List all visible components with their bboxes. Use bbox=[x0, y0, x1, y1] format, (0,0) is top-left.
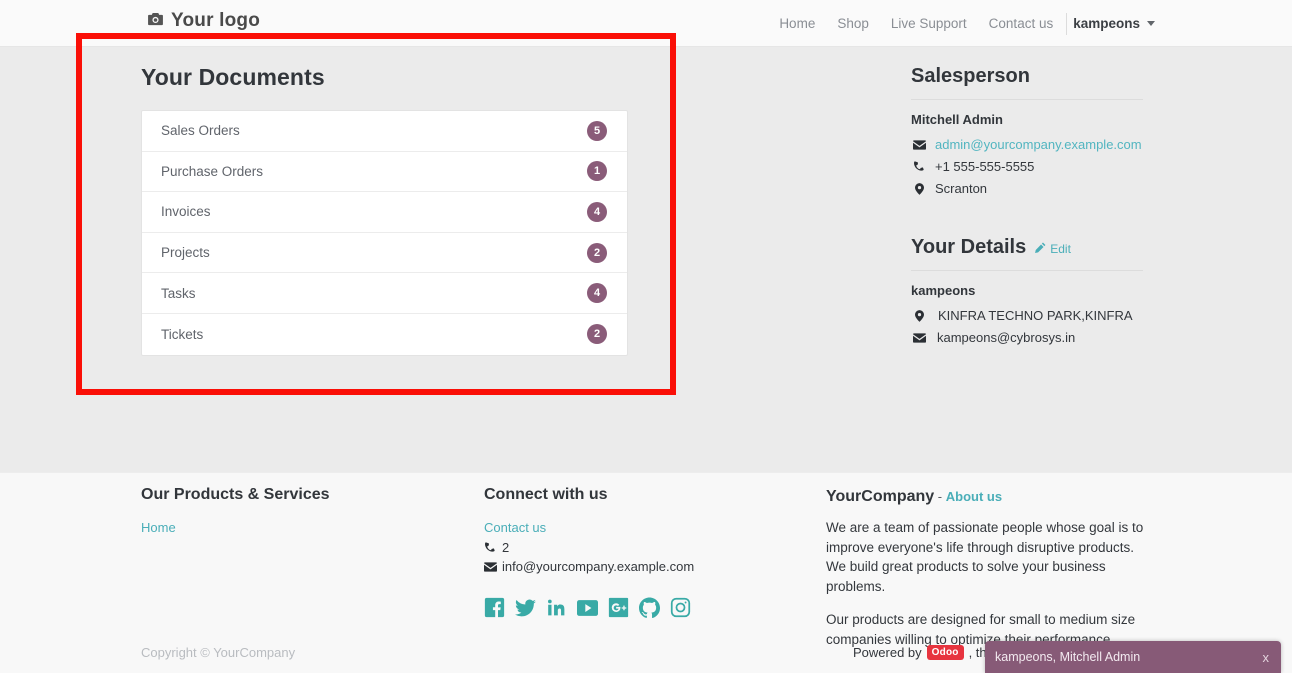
footer-link-home[interactable]: Home bbox=[141, 517, 441, 538]
status-badge: 5 bbox=[587, 120, 607, 141]
social-links bbox=[484, 597, 814, 618]
footer-company-name: YourCompany bbox=[826, 488, 935, 505]
main-content: Your Documents Sales Orders 5 Purchase O… bbox=[0, 47, 1292, 472]
edit-details-button[interactable]: Edit bbox=[1035, 242, 1071, 256]
status-badge: 4 bbox=[587, 283, 607, 304]
salesperson-phone: +1 555-555-5555 bbox=[935, 159, 1035, 174]
footer-phone: 2 bbox=[502, 540, 510, 555]
chat-window-header[interactable]: kampeons, Mitchell Admin x bbox=[985, 641, 1281, 673]
page-title: Your Documents bbox=[141, 64, 325, 90]
details-name: kampeons bbox=[911, 283, 976, 298]
nav-links: Home Shop Live Support Contact us kampeo… bbox=[768, 0, 1157, 47]
footer-company-paragraph-1: We are a team of passionate people whose… bbox=[826, 520, 1144, 594]
list-item-invoices[interactable]: Invoices 4 bbox=[142, 192, 627, 233]
your-details-heading: Your Details Edit bbox=[911, 236, 1143, 259]
your-documents-panel: Your Documents Sales Orders 5 Purchase O… bbox=[141, 64, 628, 356]
user-menu-label: kampeons bbox=[1073, 16, 1140, 31]
nav-item-live-support[interactable]: Live Support bbox=[880, 16, 978, 31]
odoo-logo[interactable]: Odoo bbox=[926, 645, 964, 660]
right-sidebar: Salesperson Mitchell Admin admin@yourcom… bbox=[911, 65, 1143, 349]
list-item-tickets[interactable]: Tickets 2 bbox=[142, 314, 627, 355]
footer-connect-title: Connect with us bbox=[484, 486, 608, 503]
footer-email-row: info@yourcompany.example.com bbox=[484, 557, 814, 576]
status-badge: 4 bbox=[587, 201, 607, 222]
list-item-tasks[interactable]: Tasks 4 bbox=[142, 273, 627, 314]
user-menu[interactable]: kampeons bbox=[1073, 16, 1157, 31]
github-icon[interactable] bbox=[639, 597, 660, 618]
divider bbox=[911, 270, 1143, 271]
page-root: Your logo Home Shop Live Support Contact… bbox=[0, 0, 1292, 673]
copyright-text: Copyright © YourCompany bbox=[141, 645, 296, 660]
linkedin-icon[interactable] bbox=[546, 597, 567, 618]
salesperson-heading: Salesperson bbox=[911, 65, 1030, 87]
details-email: kampeons@cybrosys.in bbox=[937, 330, 1076, 345]
list-item-label: Tickets bbox=[161, 326, 204, 342]
nav-item-home[interactable]: Home bbox=[768, 16, 826, 31]
divider bbox=[911, 99, 1143, 100]
pencil-icon bbox=[1035, 242, 1046, 256]
list-item-label: Purchase Orders bbox=[161, 163, 264, 179]
footer-link-contact-us[interactable]: Contact us bbox=[484, 517, 814, 538]
brand-logo[interactable]: Your logo bbox=[148, 10, 260, 32]
list-item-label: Sales Orders bbox=[161, 123, 240, 139]
phone-icon bbox=[913, 161, 926, 173]
your-details-title: Your Details bbox=[911, 236, 1027, 258]
envelope-icon bbox=[913, 140, 926, 150]
powered-by-prefix: Powered by bbox=[853, 645, 922, 660]
footer-company-column: YourCompany - About us We are a team of … bbox=[826, 486, 1166, 649]
status-badge: 1 bbox=[587, 161, 607, 182]
close-icon[interactable]: x bbox=[1263, 650, 1270, 665]
salesperson-email-row: admin@yourcompany.example.com bbox=[911, 134, 1143, 156]
footer-connect-column: Connect with us Contact us 2 info@yourco… bbox=[484, 486, 814, 618]
chat-window-title: kampeons, Mitchell Admin bbox=[995, 650, 1141, 664]
status-badge: 2 bbox=[587, 242, 607, 263]
footer-about-separator: - bbox=[937, 489, 943, 504]
status-badge: 2 bbox=[587, 324, 607, 345]
camera-icon bbox=[148, 13, 163, 29]
footer-link-about-us[interactable]: About us bbox=[946, 489, 1002, 504]
top-navbar: Your logo Home Shop Live Support Contact… bbox=[0, 0, 1292, 47]
envelope-icon bbox=[484, 561, 497, 572]
nav-item-contact-us[interactable]: Contact us bbox=[978, 16, 1065, 31]
list-item-label: Tasks bbox=[161, 285, 196, 301]
footer-products-title: Our Products & Services bbox=[141, 486, 330, 503]
footer-email: info@yourcompany.example.com bbox=[502, 559, 695, 574]
facebook-icon[interactable] bbox=[484, 597, 505, 618]
edit-details-label: Edit bbox=[1050, 242, 1071, 256]
documents-list: Sales Orders 5 Purchase Orders 1 Invoice… bbox=[141, 110, 628, 356]
twitter-icon[interactable] bbox=[515, 597, 536, 618]
salesperson-email-link[interactable]: admin@yourcompany.example.com bbox=[935, 134, 1142, 156]
salesperson-section: Salesperson Mitchell Admin admin@yourcom… bbox=[911, 65, 1143, 200]
list-item-sales-orders[interactable]: Sales Orders 5 bbox=[142, 111, 627, 152]
nav-divider bbox=[1066, 12, 1068, 35]
salesperson-phone-row: +1 555-555-5555 bbox=[911, 156, 1143, 178]
brand-label: Your logo bbox=[171, 10, 261, 31]
list-item-label: Invoices bbox=[161, 204, 211, 220]
salesperson-name: Mitchell Admin bbox=[911, 112, 1003, 127]
map-pin-icon bbox=[913, 310, 926, 322]
phone-icon bbox=[484, 541, 497, 554]
your-details-section: Your Details Edit kampeons KINFRA TECHNO… bbox=[911, 236, 1143, 349]
envelope-icon bbox=[913, 333, 926, 343]
footer-phone-row: 2 bbox=[484, 538, 814, 557]
youtube-icon[interactable] bbox=[577, 597, 598, 618]
salesperson-city: Scranton bbox=[935, 181, 988, 196]
nav-item-shop[interactable]: Shop bbox=[826, 16, 880, 31]
details-address-row: KINFRA TECHNO PARK,KINFRA bbox=[911, 305, 1143, 327]
footer-products-column: Our Products & Services Home bbox=[141, 486, 441, 538]
footer-company-title: YourCompany - About us bbox=[826, 486, 1166, 507]
list-item-label: Projects bbox=[161, 245, 210, 261]
list-item-purchase-orders[interactable]: Purchase Orders 1 bbox=[142, 152, 627, 193]
map-pin-icon bbox=[913, 183, 926, 195]
details-address: KINFRA TECHNO PARK,KINFRA bbox=[938, 308, 1133, 323]
google-plus-icon[interactable] bbox=[608, 597, 629, 618]
chevron-down-icon bbox=[1147, 21, 1155, 26]
details-email-row: kampeons@cybrosys.in bbox=[911, 327, 1143, 349]
instagram-icon[interactable] bbox=[670, 597, 691, 618]
powered-by: Powered by Odoo , the # bbox=[853, 645, 1005, 660]
salesperson-city-row: Scranton bbox=[911, 178, 1143, 200]
list-item-projects[interactable]: Projects 2 bbox=[142, 233, 627, 274]
